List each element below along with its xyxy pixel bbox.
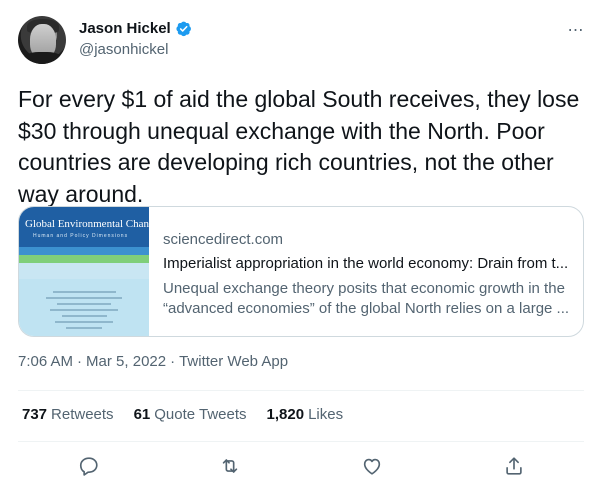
- card-text: sciencedirect.com Imperialist appropriat…: [149, 207, 583, 336]
- engagement-stats: 737 Retweets 61 Quote Tweets 1,820 Likes: [22, 406, 343, 423]
- card-description: Unequal exchange theory posits that econ…: [163, 279, 569, 319]
- avatar[interactable]: [18, 16, 66, 64]
- reply-button[interactable]: [75, 452, 103, 480]
- thumbnail-journal-title: Global Environmental Change: [25, 218, 149, 230]
- share-icon: [506, 457, 522, 475]
- card-title: Imperialist appropriation in the world e…: [163, 255, 569, 272]
- divider: [18, 390, 584, 391]
- tweet-source-app: Twitter Web App: [179, 353, 289, 370]
- reply-icon: [79, 457, 98, 476]
- author-handle[interactable]: @jasonhickel: [79, 41, 168, 58]
- quote-tweets-stat[interactable]: 61 Quote Tweets: [134, 406, 247, 423]
- likes-stat[interactable]: 1,820 Likes: [267, 406, 344, 423]
- retweets-stat[interactable]: 737 Retweets: [22, 406, 114, 423]
- heart-icon: [363, 458, 381, 475]
- card-domain: sciencedirect.com: [163, 231, 284, 248]
- more-options-icon[interactable]: ⋯: [564, 20, 588, 40]
- author-name[interactable]: Jason Hickel: [79, 20, 171, 37]
- retweets-label: Retweets: [51, 406, 114, 423]
- tweet-text: For every $1 of aid the global South rec…: [18, 86, 580, 207]
- retweets-count: 737: [22, 406, 48, 423]
- divider: [18, 441, 584, 442]
- retweet-button[interactable]: [216, 452, 244, 480]
- quote-tweets-count: 61: [133, 406, 151, 423]
- link-card[interactable]: Global Environmental Change Human and Po…: [18, 206, 584, 337]
- share-button[interactable]: [500, 452, 528, 480]
- tweet-date[interactable]: Mar 5, 2022: [86, 353, 166, 370]
- avatar-shirt: [22, 52, 64, 64]
- action-bar: [18, 452, 584, 480]
- likes-count: 1,820: [266, 406, 305, 423]
- card-description-line2: “advanced economies” of the global North…: [163, 300, 570, 317]
- tweet: Jason Hickel @jasonhickel ⋯ For every $1…: [0, 0, 602, 493]
- tweet-metadata: 7:06 AM · Mar 5, 2022 · Twitter Web App: [18, 353, 288, 370]
- tweet-time[interactable]: 7:06 AM: [18, 353, 73, 370]
- card-thumbnail: Global Environmental Change Human and Po…: [19, 207, 149, 336]
- thumbnail-text-lines: [39, 287, 129, 333]
- thumbnail-journal-subtitle: Human and Policy Dimensions: [33, 233, 129, 239]
- meta-separator: ·: [77, 353, 83, 370]
- tweet-header: Jason Hickel @jasonhickel ⋯: [18, 16, 588, 66]
- likes-label: Likes: [308, 406, 344, 423]
- meta-separator: ·: [170, 353, 176, 370]
- retweet-icon: [222, 459, 238, 473]
- like-button[interactable]: [358, 452, 386, 480]
- name-row: Jason Hickel: [79, 20, 192, 37]
- verified-badge-icon: [176, 21, 191, 37]
- card-description-line1: Unequal exchange theory posits that econ…: [163, 280, 565, 297]
- quote-tweets-label: Quote Tweets: [154, 406, 247, 423]
